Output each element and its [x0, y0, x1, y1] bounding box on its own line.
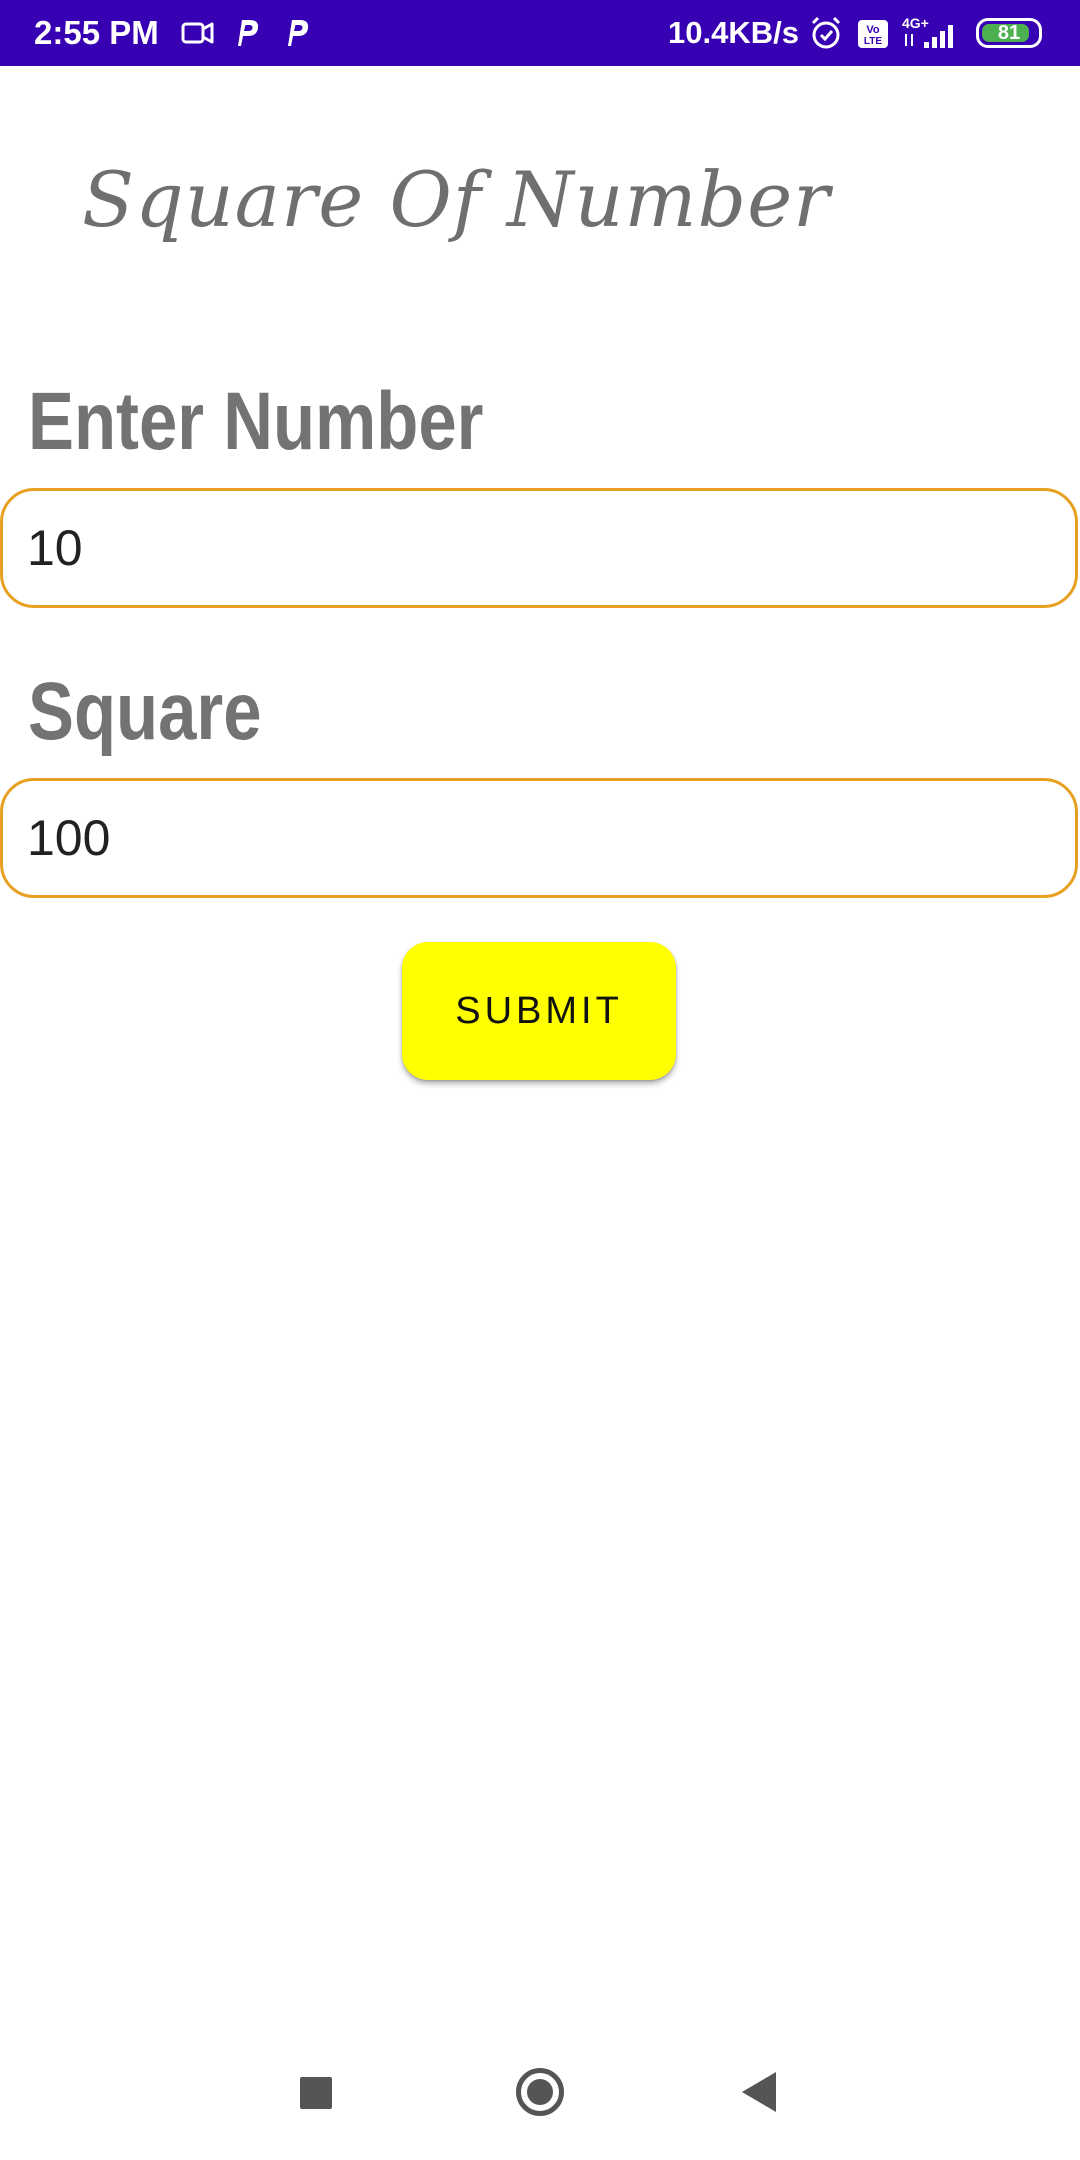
number-input[interactable]: [27, 491, 1051, 605]
svg-text:4G+: 4G+: [902, 15, 929, 31]
volte-icon: Vo LTE: [858, 20, 888, 48]
network-speed: 10.4KB/s: [668, 15, 799, 50]
parking-p-icon: [288, 20, 309, 46]
battery-icon: 81: [976, 18, 1042, 48]
submit-button[interactable]: SUBMIT: [402, 942, 676, 1080]
svg-text:LTE: LTE: [864, 36, 882, 47]
home-icon-inner: [527, 2079, 553, 2105]
navigation-bar: [0, 2040, 1080, 2160]
square-field[interactable]: [0, 778, 1078, 898]
video-camera-icon: [181, 22, 214, 44]
recent-apps-icon[interactable]: [300, 2077, 332, 2109]
square-input[interactable]: [27, 781, 1051, 895]
number-label: Enter Number: [28, 376, 484, 467]
square-label: Square: [28, 666, 262, 757]
battery-level: 81: [997, 22, 1021, 44]
home-icon[interactable]: [516, 2068, 564, 2116]
app-title: Square Of Number: [82, 155, 831, 244]
svg-text:Vo: Vo: [866, 24, 880, 36]
back-icon[interactable]: [742, 2072, 776, 2112]
status-bar: 2:55 PM 10.4KB/s Vo LTE 4G+ 81: [0, 0, 1080, 66]
signal-4g-icon: 4G+: [902, 15, 953, 48]
alarm-icon: [811, 16, 841, 49]
status-time: 2:55 PM: [34, 14, 159, 51]
parking-p-icon: [238, 20, 259, 46]
number-field[interactable]: [0, 488, 1078, 608]
